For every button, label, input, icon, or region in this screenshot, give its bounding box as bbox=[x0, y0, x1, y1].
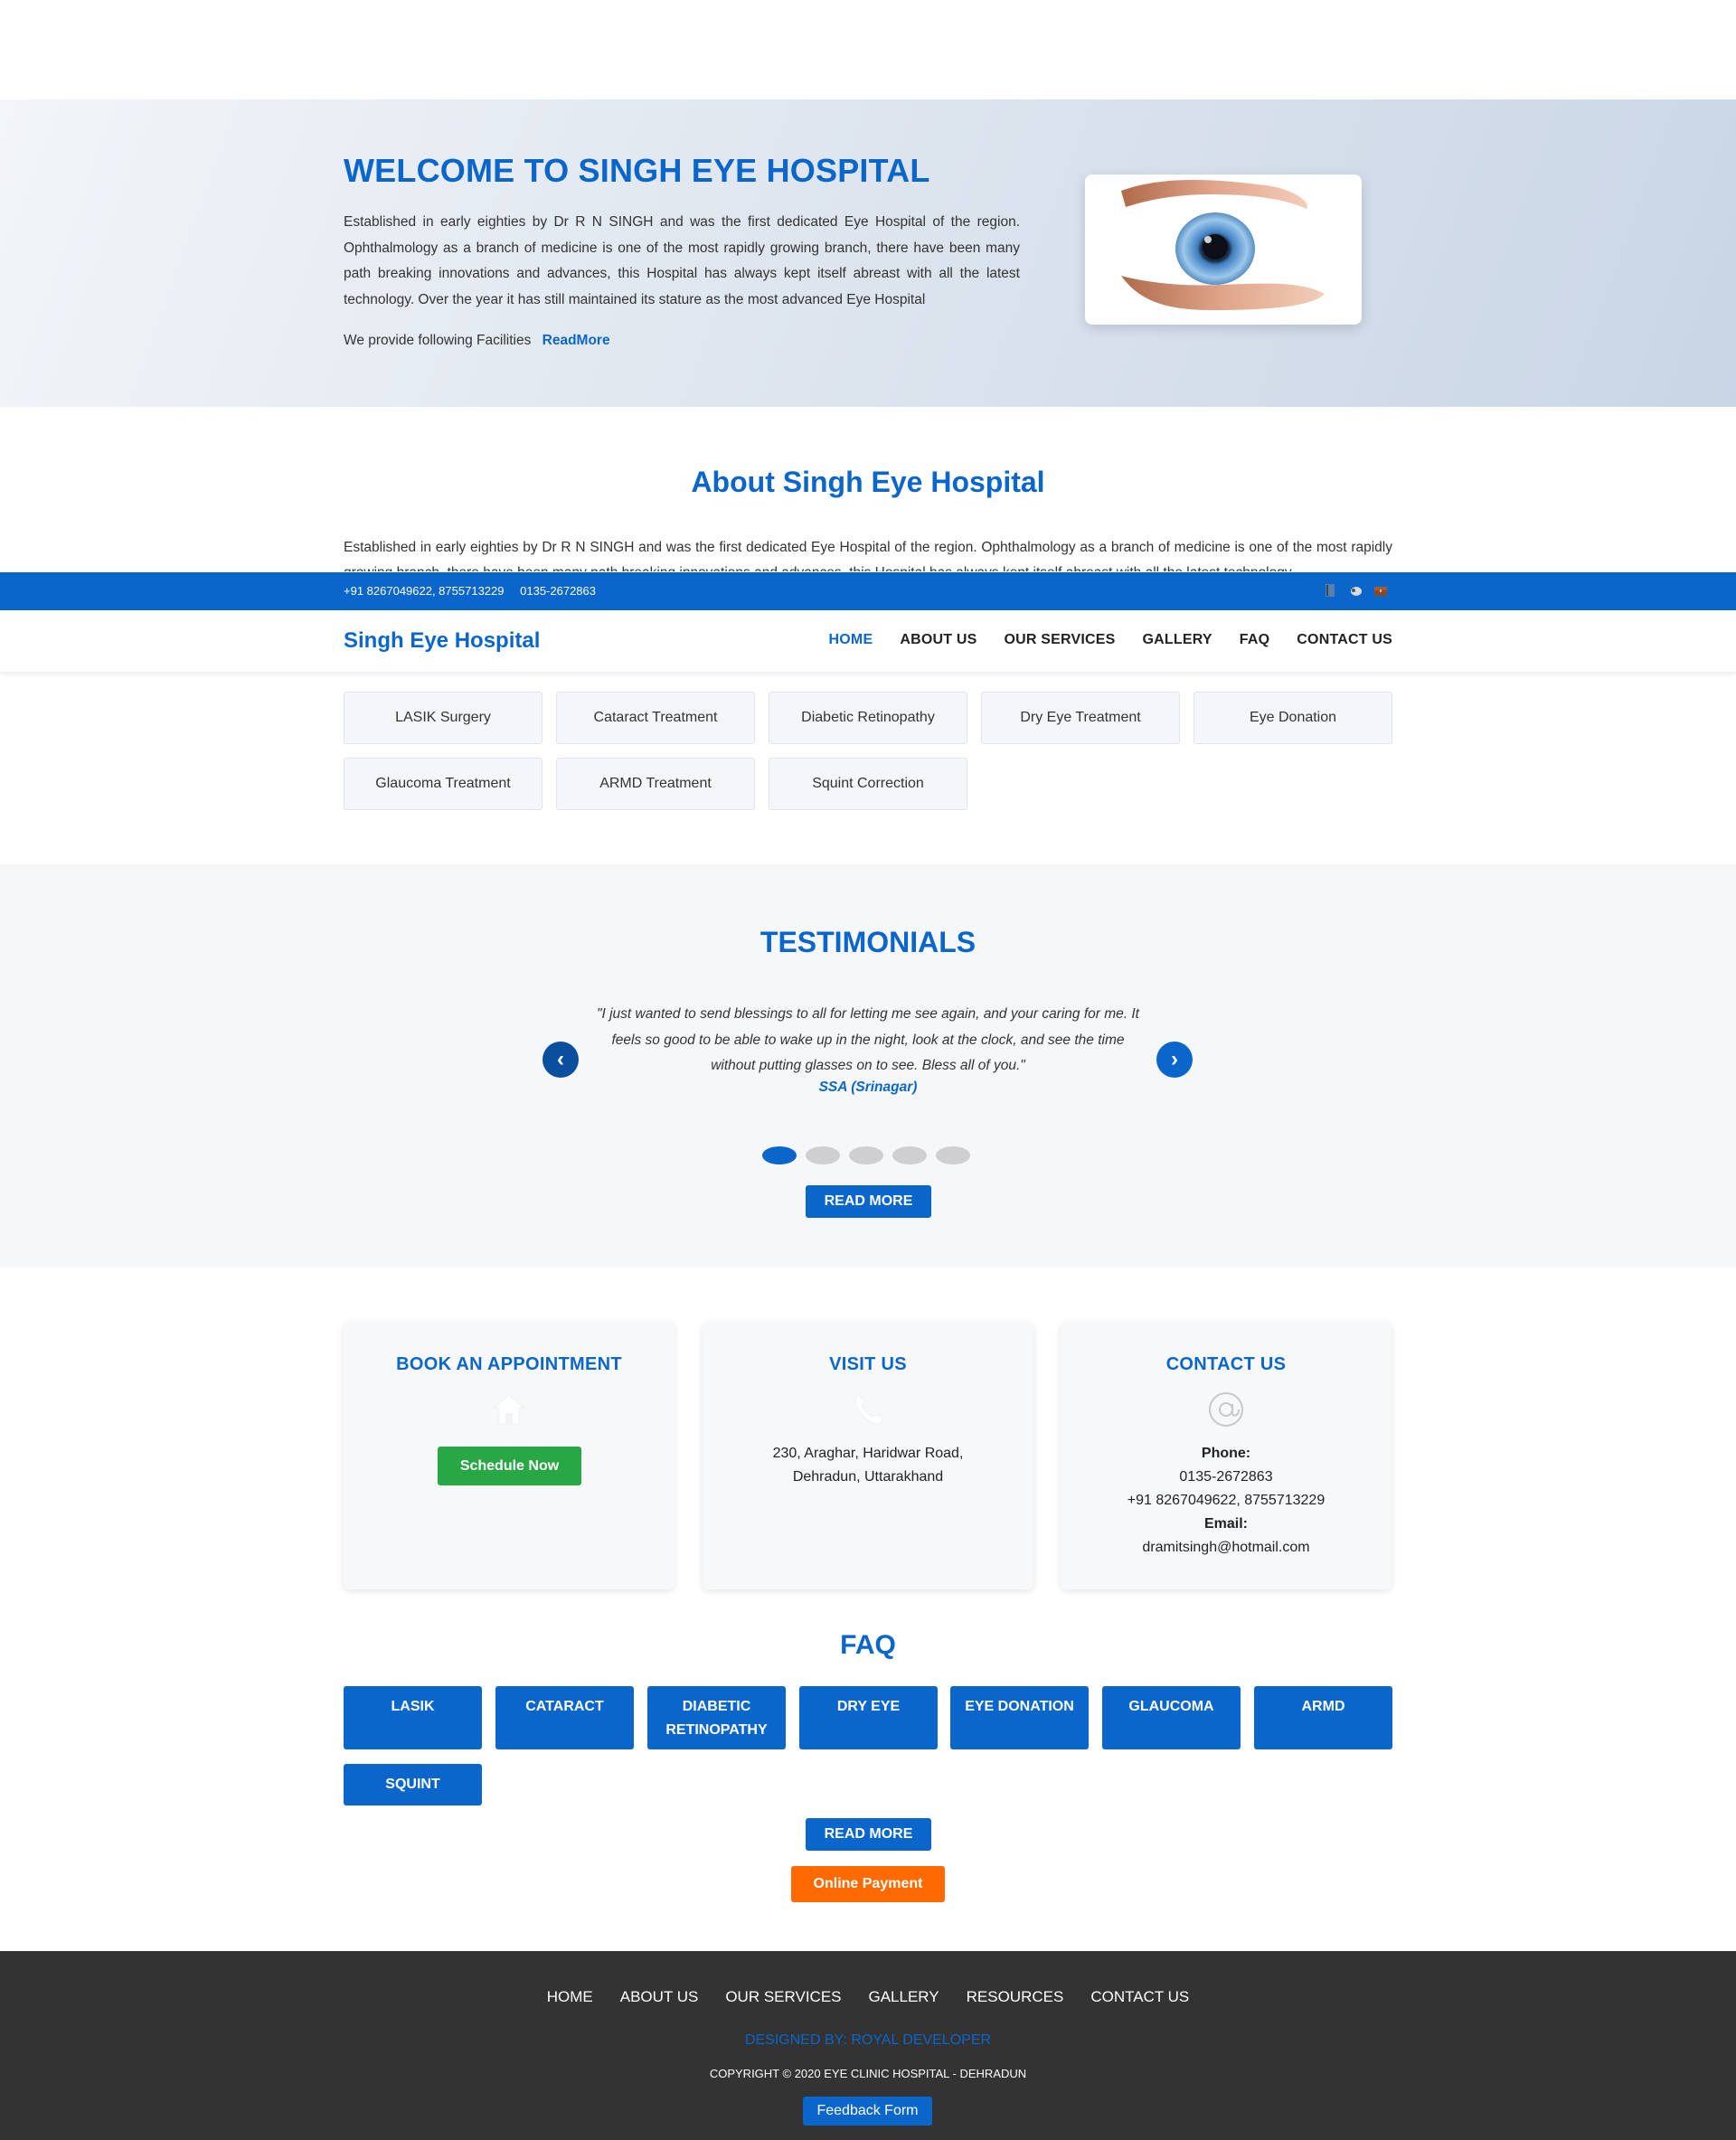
faq-armd-button[interactable]: ARMD bbox=[1254, 1686, 1392, 1749]
phone-icon bbox=[854, 1394, 883, 1425]
book-icon[interactable] bbox=[1322, 583, 1338, 598]
testimonials-section: TESTIMONIALS ‹ "I just wanted to send bl… bbox=[0, 864, 1736, 1268]
mouse-icon[interactable] bbox=[1347, 583, 1363, 598]
facilities-line: We provide following Facilities ReadMore bbox=[344, 333, 1020, 349]
service-glaucoma-treatment[interactable]: Glaucoma Treatment bbox=[344, 758, 542, 810]
testimonial-author: SSA (Srinagar) bbox=[818, 1079, 918, 1095]
at-icon bbox=[1209, 1392, 1243, 1427]
contact-title: CONTACT US bbox=[1165, 1354, 1287, 1374]
contact-phone-label: Phone: bbox=[1201, 1446, 1251, 1461]
visit-address-line2: Dehradun, Uttarakhand bbox=[792, 1469, 944, 1485]
faq-glaucoma-button[interactable]: GLAUCOMA bbox=[1102, 1686, 1241, 1749]
contact-phone2: +91 8267049622, 8755713229 bbox=[1127, 1493, 1326, 1508]
service-diabetic-retinopathy[interactable]: Diabetic Retinopathy bbox=[769, 692, 967, 744]
testimonial-quote: "I just wanted to send blessings to all … bbox=[597, 1006, 1139, 1073]
hero-readmore-link[interactable]: ReadMore bbox=[542, 333, 610, 348]
feedback-form-button[interactable]: Feedback Form bbox=[803, 2097, 932, 2126]
appointment-card: BOOK AN APPOINTMENT Schedule Now bbox=[344, 1322, 675, 1589]
hero-content: WELCOME TO SINGH EYE HOSPITAL Establishe… bbox=[344, 152, 1020, 349]
services-grid: LASIK Surgery Cataract Treatment Diabeti… bbox=[344, 692, 1392, 810]
service-dry-eye-treatment[interactable]: Dry Eye Treatment bbox=[981, 692, 1180, 744]
carousel-dot-1[interactable] bbox=[762, 1146, 797, 1164]
footer-link-our-services[interactable]: OUR SERVICES bbox=[725, 1988, 841, 2006]
service-eye-donation[interactable]: Eye Donation bbox=[1194, 692, 1392, 744]
footer-link-gallery[interactable]: GALLERY bbox=[869, 1988, 939, 2006]
appointment-title: BOOK AN APPOINTMENT bbox=[396, 1354, 622, 1374]
facilities-text: We provide following Facilities bbox=[344, 333, 532, 348]
about-title: About Singh Eye Hospital bbox=[691, 466, 1045, 498]
home-icon bbox=[493, 1394, 525, 1425]
contact-topbar: +91 8267049622, 8755713229 0135-2672863 bbox=[0, 572, 1736, 610]
service-lasik-surgery[interactable]: LASIK Surgery bbox=[344, 692, 542, 744]
nav-item-gallery[interactable]: GALLERY bbox=[1143, 632, 1212, 648]
site-footer: HOME ABOUT US OUR SERVICES GALLERY RESOU… bbox=[0, 1951, 1736, 2140]
carousel-dot-4[interactable] bbox=[892, 1146, 927, 1164]
carousel-dot-5[interactable] bbox=[936, 1146, 970, 1164]
faq-squint-button[interactable]: SQUINT bbox=[344, 1764, 482, 1805]
faq-diabetic-retinopathy-button[interactable]: DIABETIC RETINOPATHY bbox=[647, 1686, 786, 1749]
hero-title: WELCOME TO SINGH EYE HOSPITAL bbox=[344, 152, 930, 189]
nav-item-contact-us[interactable]: CONTACT US bbox=[1297, 632, 1392, 648]
carousel-dot-3[interactable] bbox=[849, 1146, 883, 1164]
testimonials-title: TESTIMONIALS bbox=[760, 926, 976, 958]
nav-item-our-services[interactable]: OUR SERVICES bbox=[1005, 632, 1116, 648]
contact-phone1: 0135-2672863 bbox=[1179, 1469, 1273, 1485]
faq-dry-eye-button[interactable]: DRY EYE bbox=[799, 1686, 938, 1749]
topbar-mobile: +91 8267049622, 8755713229 bbox=[344, 584, 505, 598]
nav-menu: HOME ABOUT US OUR SERVICES GALLERY FAQ C… bbox=[829, 632, 1392, 648]
hero-paragraph: Established in early eighties by Dr R N … bbox=[344, 214, 1020, 307]
online-payment-button[interactable]: Online Payment bbox=[791, 1866, 945, 1902]
hero-section: WELCOME TO SINGH EYE HOSPITAL Establishe… bbox=[0, 99, 1736, 407]
eye-in-hands-image bbox=[1085, 174, 1362, 325]
carousel-prev-button[interactable]: ‹ bbox=[542, 1042, 579, 1078]
visit-card: VISIT US 230, Araghar, Haridwar Road, De… bbox=[703, 1322, 1033, 1589]
topbar-landline: 0135-2672863 bbox=[520, 584, 596, 598]
faq-eye-donation-button[interactable]: EYE DONATION bbox=[950, 1686, 1089, 1749]
contact-card: CONTACT US Phone: 0135-2672863 +91 82670… bbox=[1061, 1322, 1392, 1589]
brand-logo-text[interactable]: Singh Eye Hospital bbox=[344, 628, 540, 654]
topbar-icons bbox=[1322, 583, 1389, 598]
designed-by-link[interactable]: DESIGNED BY: ROYAL DEVELOPER bbox=[0, 2032, 1736, 2049]
footer-link-contact-us[interactable]: CONTACT US bbox=[1090, 1988, 1189, 2006]
footer-link-home[interactable]: HOME bbox=[547, 1988, 593, 2006]
nav-item-faq[interactable]: FAQ bbox=[1240, 632, 1270, 648]
schedule-now-button[interactable]: Schedule Now bbox=[438, 1447, 581, 1485]
chest-icon[interactable] bbox=[1373, 583, 1389, 598]
faq-title: FAQ bbox=[840, 1630, 896, 1660]
carousel-next-button[interactable]: › bbox=[1156, 1042, 1193, 1078]
faq-cataract-button[interactable]: CATARACT bbox=[495, 1686, 634, 1749]
nav-item-about-us[interactable]: ABOUT US bbox=[900, 632, 976, 648]
visit-title: VISIT US bbox=[829, 1354, 907, 1374]
footer-menu: HOME ABOUT US OUR SERVICES GALLERY RESOU… bbox=[0, 1988, 1736, 2006]
topbar-phones: +91 8267049622, 8755713229 0135-2672863 bbox=[344, 584, 609, 598]
about-paragraph: Established in early eighties by Dr R N … bbox=[344, 540, 1392, 571]
carousel-dot-2[interactable] bbox=[806, 1146, 840, 1164]
contact-email[interactable]: dramitsingh@hotmail.com bbox=[1061, 1536, 1392, 1560]
service-squint-correction[interactable]: Squint Correction bbox=[769, 758, 967, 810]
footer-link-about-us[interactable]: ABOUT US bbox=[620, 1988, 699, 2006]
nav-item-home[interactable]: HOME bbox=[829, 632, 873, 648]
copyright-text: COPYRIGHT © 2020 EYE CLINIC HOSPITAL - D… bbox=[709, 2067, 1027, 2080]
service-armd-treatment[interactable]: ARMD Treatment bbox=[556, 758, 755, 810]
service-cataract-treatment[interactable]: Cataract Treatment bbox=[556, 692, 755, 744]
testimonials-read-more-button[interactable]: READ MORE bbox=[806, 1185, 931, 1218]
faq-lasik-button[interactable]: LASIK bbox=[344, 1686, 482, 1749]
main-navbar: Singh Eye Hospital HOME ABOUT US OUR SER… bbox=[0, 610, 1736, 672]
visit-address-line1: 230, Araghar, Haridwar Road, bbox=[772, 1446, 964, 1461]
footer-link-resources[interactable]: RESOURCES bbox=[967, 1988, 1064, 2006]
carousel-dots bbox=[762, 1146, 970, 1164]
contact-email-label: Email: bbox=[1203, 1516, 1248, 1532]
faq-read-more-button[interactable]: READ MORE bbox=[806, 1818, 931, 1851]
